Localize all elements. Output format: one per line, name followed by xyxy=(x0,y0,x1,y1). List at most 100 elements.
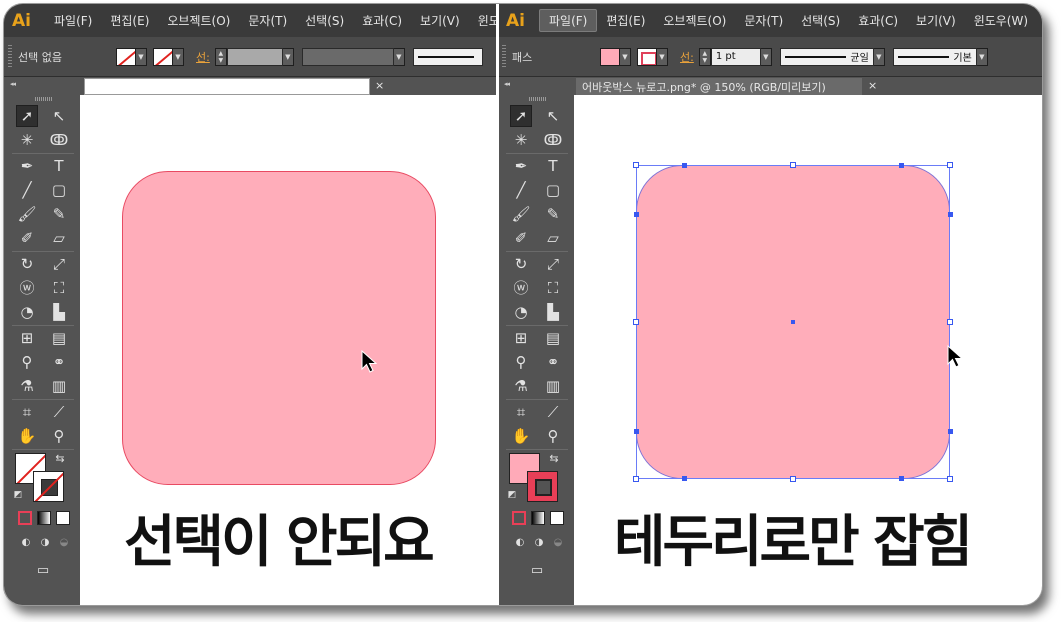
fill-dropdown-icon[interactable]: ▼ xyxy=(620,47,631,66)
scale-tool-icon[interactable]: ⤢ xyxy=(542,253,564,275)
slice-tool-icon[interactable]: ⟋ xyxy=(542,401,564,423)
stroke-weight-dropdown-icon[interactable]: ▼ xyxy=(282,47,294,66)
anchor-point[interactable] xyxy=(682,476,687,481)
brush-dropdown-icon[interactable]: ▼ xyxy=(976,47,988,66)
shape-builder-tool-icon[interactable]: ◔ xyxy=(510,301,532,323)
default-colors-icon[interactable]: ◩ xyxy=(506,489,518,501)
bbox-handle-top-right[interactable] xyxy=(947,162,953,168)
draw-normal-icon[interactable]: ◐ xyxy=(512,535,528,551)
artboard-canvas[interactable]: 선택이 안되요 xyxy=(80,95,498,605)
blob-brush-tool-icon[interactable]: ✐ xyxy=(510,227,532,249)
menu-edit[interactable]: 편집(E) xyxy=(597,10,654,31)
bbox-handle-top[interactable] xyxy=(790,162,796,168)
stroke-color-picker[interactable]: ▼ xyxy=(153,47,184,67)
slice-tool-icon[interactable]: ⟋ xyxy=(48,401,70,423)
eraser-tool-icon[interactable]: ▱ xyxy=(542,227,564,249)
symbol-sprayer-tool-icon[interactable]: ⚗ xyxy=(510,375,532,397)
toolbox-grip[interactable] xyxy=(35,97,53,101)
profile-dropdown-icon[interactable]: ▼ xyxy=(873,47,885,66)
menu-file[interactable]: 파일(F) xyxy=(538,9,598,32)
eyedropper-tool-icon[interactable]: ⚲ xyxy=(16,351,38,373)
magic-wand-tool-icon[interactable]: ✳ xyxy=(16,129,38,151)
swap-fill-stroke-icon[interactable]: ⇆ xyxy=(52,451,68,465)
direct-selection-tool-icon[interactable]: ↖ xyxy=(48,105,70,127)
blend-tool-icon[interactable]: ⚭ xyxy=(48,351,70,373)
stroke-swatch-pink[interactable] xyxy=(527,471,558,502)
lasso-tool-icon[interactable]: ↂ xyxy=(48,129,70,151)
draw-inside-icon[interactable]: ◒ xyxy=(56,535,72,551)
menu-file[interactable]: 파일(F) xyxy=(45,10,101,31)
shape-builder-tool-icon[interactable]: ◔ xyxy=(16,301,38,323)
gradient-mode-icon[interactable] xyxy=(531,511,545,525)
artboard-canvas[interactable]: 테두리로만 잡힘 xyxy=(574,95,1042,605)
gradient-tool-icon[interactable]: ▤ xyxy=(542,327,564,349)
menu-type[interactable]: 문자(T) xyxy=(239,10,296,31)
draw-inside-icon[interactable]: ◒ xyxy=(550,535,566,551)
bbox-handle-bottom-right[interactable] xyxy=(947,476,953,482)
stroke-weight-field[interactable] xyxy=(226,47,283,66)
anchor-point[interactable] xyxy=(948,429,953,434)
pencil-tool-icon[interactable]: ✎ xyxy=(48,203,70,225)
anchor-point[interactable] xyxy=(682,163,687,168)
stroke-weight-label[interactable]: 선: xyxy=(196,49,210,65)
mesh-tool-icon[interactable]: ⊞ xyxy=(510,327,532,349)
bbox-handle-bottom-left[interactable] xyxy=(633,476,639,482)
bbox-handle-left[interactable] xyxy=(633,319,639,325)
profile-dropdown-icon[interactable]: ▼ xyxy=(393,47,405,66)
gradient-mode-icon[interactable] xyxy=(37,511,51,525)
fill-pink-swatch[interactable] xyxy=(600,47,620,66)
center-point[interactable] xyxy=(791,320,795,324)
stroke-swatch-none[interactable] xyxy=(33,471,64,502)
color-mode-icon[interactable] xyxy=(512,511,526,525)
anchor-point[interactable] xyxy=(634,429,639,434)
warp-tool-icon[interactable]: ⓦ xyxy=(16,277,38,299)
variable-width-profile[interactable]: 균일 xyxy=(779,47,874,66)
magic-wand-tool-icon[interactable]: ✳ xyxy=(510,129,532,151)
menu-object[interactable]: 오브젝트(O) xyxy=(654,10,735,31)
menu-edit[interactable]: 편집(E) xyxy=(101,10,158,31)
artboard-tool-icon[interactable]: ⌗ xyxy=(16,401,38,423)
line-tool-icon[interactable]: ╱ xyxy=(510,179,532,201)
mesh-tool-icon[interactable]: ⊞ xyxy=(16,327,38,349)
pencil-tool-icon[interactable]: ✎ xyxy=(542,203,564,225)
scale-tool-icon[interactable]: ⤢ xyxy=(48,253,70,275)
menu-effect[interactable]: 효과(C) xyxy=(353,10,411,31)
type-tool-icon[interactable]: T xyxy=(48,155,70,177)
none-mode-icon[interactable] xyxy=(550,511,564,525)
bbox-handle-right[interactable] xyxy=(947,319,953,325)
lasso-tool-icon[interactable]: ↂ xyxy=(542,129,564,151)
menu-view[interactable]: 보기(V) xyxy=(411,10,469,31)
paintbrush-tool-icon[interactable]: 🖌 xyxy=(16,203,38,225)
none-mode-icon[interactable] xyxy=(56,511,70,525)
default-colors-icon[interactable]: ◩ xyxy=(12,489,24,501)
fill-color-picker[interactable]: ▼ xyxy=(116,47,147,67)
zoom-tool-icon[interactable]: ⚲ xyxy=(542,425,564,447)
menu-effect[interactable]: 효과(C) xyxy=(849,10,907,31)
free-transform-tool-icon[interactable]: ⛶ xyxy=(542,277,564,299)
toolbox-grip[interactable] xyxy=(529,97,547,101)
anchor-point[interactable] xyxy=(899,163,904,168)
hand-tool-icon[interactable]: ✋ xyxy=(16,425,38,447)
hand-tool-icon[interactable]: ✋ xyxy=(510,425,532,447)
pen-tool-icon[interactable]: ✒ xyxy=(510,155,532,177)
menu-view[interactable]: 보기(V) xyxy=(907,10,965,31)
stroke-color-picker[interactable]: ▼ xyxy=(637,47,668,67)
direct-selection-tool-icon[interactable]: ↖ xyxy=(542,105,564,127)
blob-brush-tool-icon[interactable]: ✐ xyxy=(16,227,38,249)
swap-fill-stroke-icon[interactable]: ⇆ xyxy=(546,451,562,465)
selection-tool-icon[interactable]: ➚ xyxy=(510,105,532,127)
color-mode-icon[interactable] xyxy=(18,511,32,525)
column-graph-tool-icon[interactable]: ▥ xyxy=(48,375,70,397)
anchor-point[interactable] xyxy=(948,212,953,217)
variable-width-profile[interactable] xyxy=(301,47,394,66)
menu-window[interactable]: 윈도우(W) xyxy=(965,10,1037,31)
stroke-pink-swatch[interactable] xyxy=(637,47,657,66)
selection-tool-icon[interactable]: ➚ xyxy=(16,105,38,127)
eyedropper-tool-icon[interactable]: ⚲ xyxy=(510,351,532,373)
stroke-weight-label[interactable]: 선: xyxy=(680,49,694,65)
type-tool-icon[interactable]: T xyxy=(542,155,564,177)
rounded-rectangle-tool-icon[interactable]: ▢ xyxy=(542,179,564,201)
pen-tool-icon[interactable]: ✒ xyxy=(16,155,38,177)
document-tab[interactable]: 어바웃박스 뉴로고.png* @ 150% (RGB/미리보기) xyxy=(576,78,862,95)
graph-tool-icon[interactable]: ▙ xyxy=(542,301,564,323)
